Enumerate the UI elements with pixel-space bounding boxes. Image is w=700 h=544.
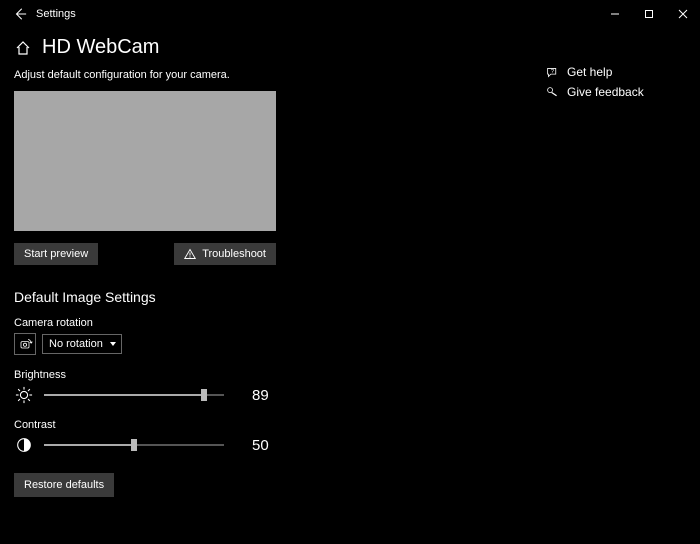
- preview-button-row: Start preview Troubleshoot: [14, 243, 276, 265]
- page-subtext: Adjust default configuration for your ca…: [14, 69, 394, 81]
- get-help-label: Get help: [567, 65, 612, 79]
- camera-preview: [14, 91, 276, 231]
- contrast-block: Contrast 50: [14, 419, 394, 455]
- start-preview-label: Start preview: [24, 248, 88, 260]
- contrast-label: Contrast: [14, 419, 394, 431]
- brightness-slider-fill: [44, 394, 204, 396]
- window-controls: [598, 0, 700, 28]
- close-button[interactable]: [666, 0, 700, 28]
- help-links: ? Get help Give feedback: [545, 65, 644, 105]
- brightness-label: Brightness: [14, 369, 394, 381]
- give-feedback-link[interactable]: Give feedback: [545, 85, 644, 99]
- camera-rotate-icon: [14, 333, 36, 355]
- camera-rotation-row: No rotation: [14, 333, 394, 355]
- troubleshoot-button[interactable]: Troubleshoot: [174, 243, 276, 265]
- brightness-slider[interactable]: [44, 394, 224, 396]
- brightness-block: Brightness: [14, 369, 394, 405]
- warning-triangle-icon: [184, 248, 196, 260]
- page-title: HD WebCam: [42, 36, 159, 59]
- give-feedback-label: Give feedback: [567, 85, 644, 99]
- brightness-icon: [14, 385, 34, 405]
- maximize-button[interactable]: [632, 0, 666, 28]
- brightness-slider-thumb[interactable]: [201, 389, 207, 401]
- page-header: HD WebCam: [0, 28, 700, 69]
- troubleshoot-label: Troubleshoot: [202, 248, 266, 260]
- feedback-icon: [545, 85, 559, 99]
- contrast-slider-thumb[interactable]: [131, 439, 137, 451]
- contrast-slider[interactable]: [44, 444, 224, 446]
- contrast-slider-fill: [44, 444, 134, 446]
- svg-text:?: ?: [550, 68, 553, 74]
- default-image-settings-heading: Default Image Settings: [14, 289, 394, 305]
- main-column: Adjust default configuration for your ca…: [14, 69, 394, 497]
- camera-rotation-value: No rotation: [49, 338, 103, 350]
- contrast-icon: [14, 435, 34, 455]
- home-icon[interactable]: [14, 39, 32, 57]
- camera-rotation-label: Camera rotation: [14, 317, 394, 329]
- back-button[interactable]: [8, 2, 32, 26]
- maximize-icon: [644, 9, 654, 19]
- minimize-button[interactable]: [598, 0, 632, 28]
- contrast-value: 50: [252, 437, 282, 454]
- restore-defaults-button[interactable]: Restore defaults: [14, 473, 114, 497]
- camera-rotation-select[interactable]: No rotation: [42, 334, 122, 354]
- titlebar: Settings: [0, 0, 700, 28]
- restore-defaults-label: Restore defaults: [24, 479, 104, 491]
- window-title: Settings: [32, 8, 76, 20]
- close-icon: [678, 9, 688, 19]
- minimize-icon: [610, 9, 620, 19]
- brightness-value: 89: [252, 387, 282, 404]
- get-help-link[interactable]: ? Get help: [545, 65, 644, 79]
- chat-help-icon: ?: [545, 65, 559, 79]
- start-preview-button[interactable]: Start preview: [14, 243, 98, 265]
- back-arrow-icon: [13, 7, 27, 21]
